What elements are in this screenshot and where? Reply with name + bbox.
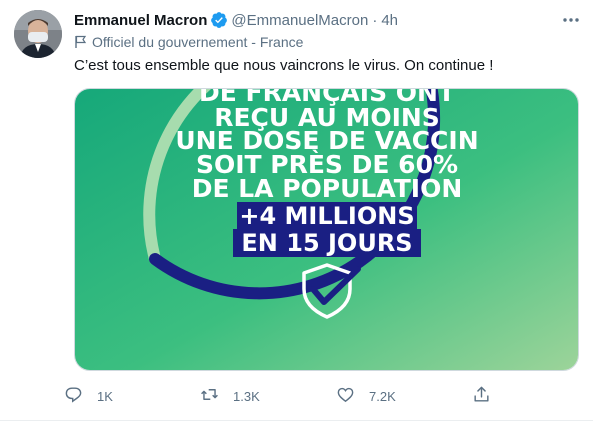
- retweet-count: 1.3K: [233, 388, 260, 404]
- avatar[interactable]: [14, 10, 62, 58]
- media-highlight-2: EN 15 JOURS: [241, 229, 412, 257]
- media-line-5: DE LA POPULATION: [192, 174, 463, 203]
- tweet-header: Emmanuel Macron @EmmanuelMacron · 4h: [74, 10, 583, 30]
- tweet-text: C’est tous ensemble que nous vaincrons l…: [74, 57, 494, 74]
- media-highlight-1: +4 MILLIONS: [239, 202, 414, 230]
- retweet-button[interactable]: 1.3K: [200, 380, 260, 412]
- like-button[interactable]: 7.2K: [336, 380, 396, 412]
- reply-icon: [64, 385, 83, 407]
- more-icon[interactable]: [561, 12, 581, 28]
- tweet-actions: 1K 1.3K 7.2K: [64, 380, 524, 412]
- reply-count: 1K: [97, 388, 113, 404]
- government-label-text: Officiel du gouvernement - France: [92, 34, 304, 50]
- like-count: 7.2K: [369, 388, 396, 404]
- tweet[interactable]: Emmanuel Macron @EmmanuelMacron · 4h Off…: [0, 0, 593, 421]
- verified-badge-icon: [210, 11, 228, 29]
- author-handle[interactable]: @EmmanuelMacron: [231, 12, 368, 29]
- government-label: Officiel du gouvernement - France: [74, 33, 303, 51]
- flag-icon: [74, 35, 87, 49]
- tweet-image[interactable]: DE FRANÇAIS ONT REÇU AU MOINS UNE DOSE D…: [74, 88, 579, 371]
- author-name[interactable]: Emmanuel Macron: [74, 12, 207, 29]
- like-icon: [336, 385, 355, 407]
- tweet-time[interactable]: 4h: [381, 12, 398, 29]
- separator: ·: [372, 11, 378, 29]
- share-button[interactable]: [472, 380, 491, 412]
- share-icon: [472, 385, 491, 407]
- retweet-icon: [200, 385, 219, 407]
- reply-button[interactable]: 1K: [64, 380, 113, 412]
